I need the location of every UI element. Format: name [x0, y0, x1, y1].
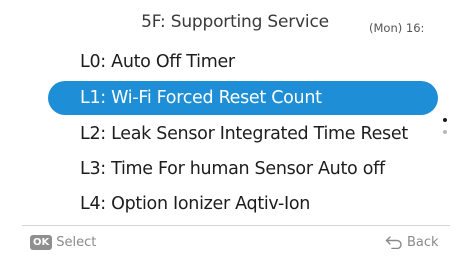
scroll-dot-inactive — [443, 130, 447, 134]
ok-button-icon: OK — [30, 234, 53, 250]
menu-item-l3[interactable]: L3: Time For human Sensor Auto off — [80, 152, 385, 186]
scroll-indicator — [441, 114, 449, 142]
scroll-dot-active — [443, 118, 447, 122]
select-hint[interactable]: OK Select — [30, 234, 96, 250]
menu-item-l2[interactable]: L2: Leak Sensor Integrated Time Reset — [80, 117, 408, 151]
footer-divider — [22, 225, 450, 226]
select-label: Select — [56, 234, 97, 250]
menu-item-l4[interactable]: L4: Option Ionizer Aqtiv-Ion — [80, 187, 310, 221]
back-label: Back — [407, 234, 439, 250]
menu-item-l0[interactable]: L0: Auto Off Timer — [80, 45, 235, 79]
menu-item-l1[interactable]: L1: Wi-Fi Forced Reset Count — [48, 81, 438, 115]
back-arrow-icon — [385, 236, 402, 249]
clock-text: (Mon) 16: — [369, 21, 425, 35]
back-hint[interactable]: Back — [385, 234, 439, 250]
